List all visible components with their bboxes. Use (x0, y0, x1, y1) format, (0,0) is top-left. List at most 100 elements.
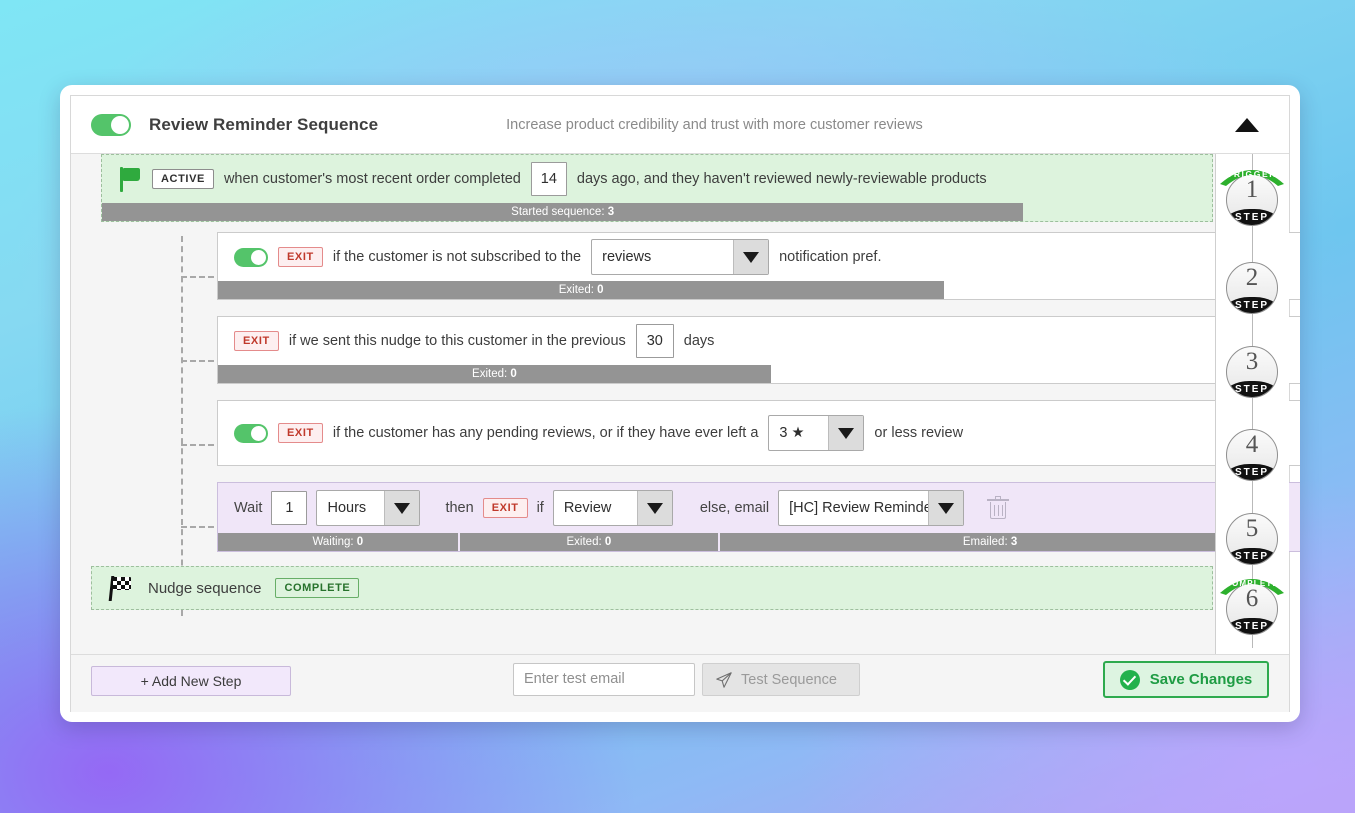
stat-label: Exited: (566, 536, 605, 548)
select-value: reviews (602, 249, 652, 265)
step-badge-base: STEP (1227, 464, 1277, 480)
save-changes-button[interactable]: Save Changes (1103, 661, 1269, 698)
status-badge-exit: EXIT (482, 498, 528, 518)
stat-waiting: Waiting: 0 (218, 533, 458, 551)
stat-emailed: Emailed: 3 (718, 533, 1260, 551)
status-badge-complete: COMPLETE (275, 578, 360, 598)
else-email-label: else, email (699, 500, 770, 516)
chevron-down-icon[interactable] (384, 491, 420, 525)
status-badge-exit: EXIT (278, 423, 323, 443)
row-5-content: Wait 1 Hours then EXIT if Review else, e… (218, 483, 1300, 533)
step-badge-base-label: STEP (1234, 621, 1270, 632)
caret-up-icon[interactable] (1235, 117, 1259, 132)
select-value: [HC] Review Reminder: We'd love your fee… (789, 500, 927, 516)
step-badge-base-label: STEP (1234, 212, 1270, 223)
step-badge-number: 2 (1245, 264, 1259, 291)
trigger-text-before: when customer's most recent order comple… (223, 171, 521, 187)
step-row-complete[interactable]: Nudge sequence COMPLETE (91, 566, 1213, 610)
row-5-stats-bar: Waiting: 0 Exited: 0 Emailed: 3 (218, 533, 1260, 551)
step-4-enabled-toggle[interactable] (234, 423, 268, 443)
row-3-text-after: days (683, 333, 715, 349)
row-2-text-before: if the customer is not subscribed to the (332, 249, 582, 265)
wait-label: Wait (234, 500, 263, 516)
sequence-footer: + Add New Step Enter test email Test Seq… (71, 654, 1289, 712)
row-2-text-after: notification pref. (779, 249, 882, 265)
sequence-enabled-toggle[interactable] (91, 113, 131, 136)
step-row-exit-notification-pref[interactable]: EXIT if the customer is not subscribed t… (217, 232, 1300, 300)
sequence-card: Review Reminder Sequence Increase produc… (60, 85, 1300, 722)
stat-exited: Exited: 0 (218, 365, 771, 383)
condition-select[interactable]: Review (552, 490, 673, 526)
step-badge-3: 3 STEP (1226, 346, 1278, 398)
wait-amount-input[interactable]: 1 (271, 491, 308, 525)
complete-ribbon: COMPLETE (1218, 571, 1286, 595)
row-2-stats-bar: Exited: 0 (218, 281, 1300, 299)
step-row-wait-email[interactable]: Wait 1 Hours then EXIT if Review else, e… (217, 482, 1300, 552)
status-badge-exit: EXIT (234, 331, 279, 351)
notification-pref-select[interactable]: reviews (591, 239, 770, 275)
complete-row-label: Nudge sequence (148, 579, 262, 597)
step-2-enabled-toggle[interactable] (234, 247, 268, 267)
step-badge-column: 1 STEP TRIGGER 2 STEP 3 STEP 4 STEP 5 ST… (1215, 154, 1289, 712)
chevron-down-icon[interactable] (636, 491, 672, 525)
sequence-body: ACTIVE when customer's most recent order… (71, 154, 1300, 712)
toggle-knob (251, 425, 266, 441)
chevron-down-icon[interactable] (732, 240, 769, 274)
green-flag-icon (118, 166, 142, 192)
test-sequence-button[interactable]: Test Sequence (702, 663, 860, 696)
stat-value: 3 (607, 206, 615, 218)
stat-started-sequence: Started sequence: 3 (102, 203, 1024, 221)
step-badge-number: 5 (1245, 515, 1259, 542)
step-badge-4: 4 STEP (1226, 429, 1278, 481)
step-badge-base: STEP (1227, 297, 1277, 313)
trash-icon[interactable] (987, 495, 1010, 521)
row-2-content: EXIT if the customer is not subscribed t… (218, 233, 1300, 281)
check-circle-icon (1119, 669, 1140, 690)
sequence-description: Increase product credibility and trust w… (506, 116, 923, 133)
add-new-step-button[interactable]: + Add New Step (91, 666, 291, 696)
select-value: Review (563, 500, 612, 516)
row-6-content: Nudge sequence COMPLETE (92, 567, 1212, 609)
step-badge-base-label: STEP (1234, 467, 1270, 478)
stat-label: Exited: (472, 368, 511, 380)
row-4-content: EXIT if the customer has any pending rev… (218, 401, 1300, 465)
trigger-text-after: days ago, and they haven't reviewed newl… (576, 171, 987, 187)
trigger-days-input[interactable]: 14 (530, 162, 567, 196)
step-badge-base-label: STEP (1234, 300, 1270, 311)
stat-value: 0 (604, 536, 612, 548)
step-badge-base: STEP (1227, 548, 1277, 564)
step-row-exit-previous-nudge[interactable]: EXIT if we sent this nudge to this custo… (217, 316, 1300, 384)
previous-days-input[interactable]: 30 (635, 324, 674, 358)
select-value: Hours (327, 500, 367, 516)
stat-label: Exited: (558, 284, 598, 296)
step-row-exit-pending-reviews[interactable]: EXIT if the customer has any pending rev… (217, 400, 1300, 466)
stat-exited: Exited: 0 (457, 533, 719, 551)
wait-unit-select[interactable]: Hours (316, 490, 421, 526)
paper-plane-icon (716, 671, 732, 688)
step-badge-base-label: STEP (1234, 551, 1270, 562)
row-3-content: EXIT if we sent this nudge to this custo… (218, 317, 1300, 365)
step-badge-base-label: STEP (1234, 384, 1270, 395)
trigger-ribbon-label: TRIGGER (1227, 169, 1277, 179)
stat-value: 0 (597, 284, 604, 296)
stat-label: Waiting: (312, 536, 357, 548)
step-badge-2: 2 STEP (1226, 262, 1278, 314)
trigger-row-content: ACTIVE when customer's most recent order… (102, 155, 1212, 203)
step-badge-base: STEP (1227, 381, 1277, 397)
chevron-down-icon[interactable] (927, 491, 964, 525)
row-4-text-before: if the customer has any pending reviews,… (332, 425, 759, 441)
stat-label: Emailed: (962, 536, 1011, 548)
steps-column: ACTIVE when customer's most recent order… (71, 154, 1300, 712)
star-rating-select[interactable]: 3 ★ (768, 415, 865, 451)
trigger-ribbon: TRIGGER (1218, 162, 1286, 186)
stat-label: Started sequence: (511, 206, 608, 218)
status-badge-exit: EXIT (278, 247, 323, 267)
page-title: Review Reminder Sequence (149, 114, 379, 134)
step-row-trigger[interactable]: ACTIVE when customer's most recent order… (101, 154, 1213, 222)
email-template-select[interactable]: [HC] Review Reminder: We'd love your fee… (778, 490, 965, 526)
stat-value: 3 (1010, 536, 1018, 548)
step-badge-base: STEP (1227, 618, 1277, 634)
chevron-down-icon[interactable] (828, 416, 864, 450)
trigger-stats-bar: Started sequence: 3 (102, 203, 1212, 221)
test-email-input[interactable]: Enter test email (513, 663, 695, 696)
